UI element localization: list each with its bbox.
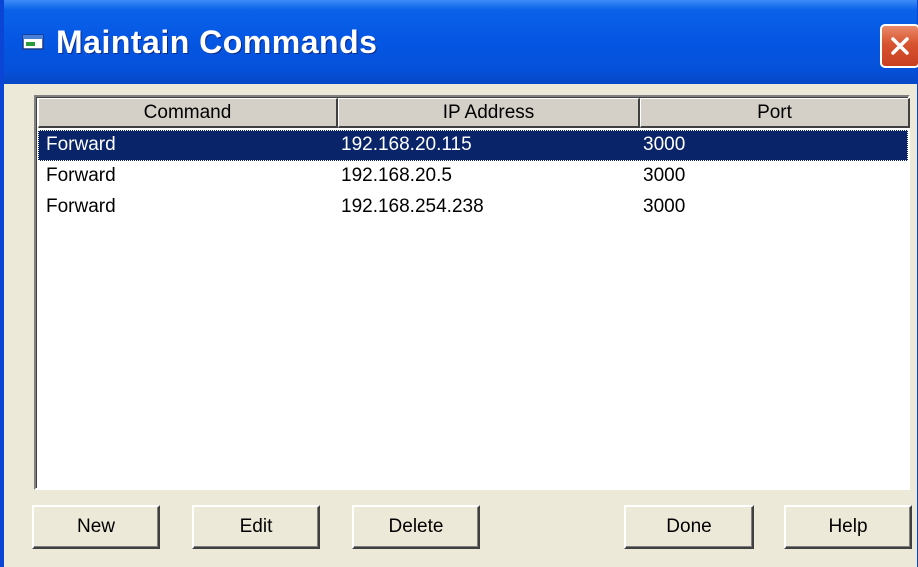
new-button[interactable]: New — [32, 505, 160, 549]
ip-address-cell: 192.168.20.115 — [341, 134, 472, 155]
title-bar[interactable]: Maintain Commands — [4, 0, 918, 84]
table-row[interactable]: Forward 192.168.254.238 3000 — [38, 192, 908, 223]
column-header-port[interactable]: Port — [640, 98, 910, 128]
port-cell: 3000 — [643, 134, 686, 155]
list-header: Command IP Address Port — [38, 98, 910, 128]
port-cell: 3000 — [643, 196, 686, 217]
edit-button[interactable]: Edit — [192, 505, 320, 549]
commands-list[interactable]: Command IP Address Port Forward 192.168.… — [34, 95, 910, 490]
command-cell: Forward — [46, 134, 116, 155]
ip-address-cell: 192.168.20.5 — [341, 165, 452, 186]
command-cell: Forward — [46, 196, 116, 217]
window-title: Maintain Commands — [56, 24, 378, 60]
close-button[interactable] — [880, 24, 918, 68]
ip-address-cell: 192.168.254.238 — [341, 196, 484, 217]
help-button[interactable]: Help — [784, 505, 912, 549]
command-cell: Forward — [46, 165, 116, 186]
close-icon — [891, 37, 909, 55]
delete-button[interactable]: Delete — [352, 505, 480, 549]
table-row[interactable]: Forward 192.168.20.5 3000 — [38, 161, 908, 192]
column-header-ip-address[interactable]: IP Address — [338, 98, 640, 128]
list-rows: Forward 192.168.20.115 3000 Forward 192.… — [38, 130, 908, 223]
window-app-icon — [22, 34, 44, 50]
table-row[interactable]: Forward 192.168.20.115 3000 — [38, 130, 908, 161]
port-cell: 3000 — [643, 165, 686, 186]
done-button[interactable]: Done — [624, 505, 754, 549]
column-header-command[interactable]: Command — [38, 98, 338, 128]
maintain-commands-window: Maintain Commands Command IP Address Por… — [0, 0, 918, 567]
